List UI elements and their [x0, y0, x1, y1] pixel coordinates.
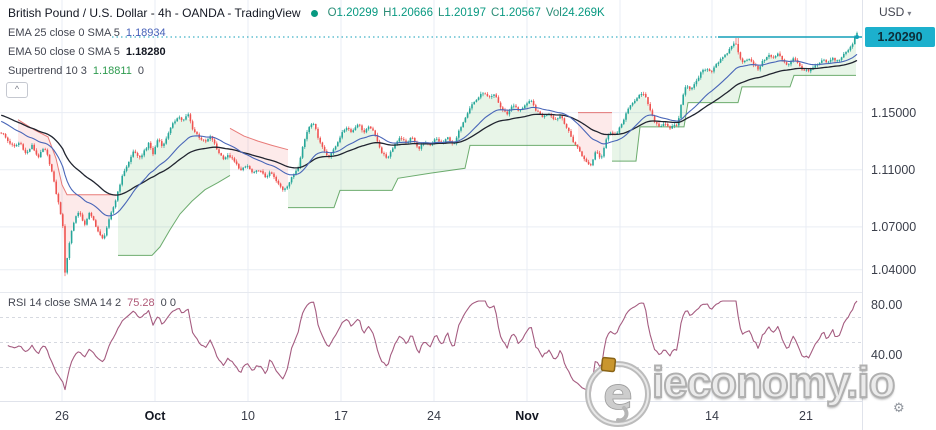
supertrend-legend-row[interactable]: Supertrend 10 3 1.18811 0 [8, 65, 144, 77]
price-axis[interactable]: USD ▾ 1.20290 1.15000 1.11000 1.07000 1.0400… [862, 0, 936, 430]
ohlc-values: O1.20299 H1.20666 L1.20197 C1.20567 Vol2… [327, 7, 605, 19]
close-value: 1.20567 [499, 7, 541, 19]
pane-divider[interactable] [0, 292, 936, 293]
price-axis-label: 1.11000 [871, 162, 916, 177]
ema25-value: 1.18934 [125, 27, 166, 39]
tradingview-chart-window: British Pound / U.S. Dollar - 4h - OANDA… [0, 0, 936, 430]
time-axis-label: Oct [144, 409, 166, 423]
time-axis-label: 17 [334, 409, 348, 423]
rsi-legend-row[interactable]: RSI 14 close SMA 14 2 75.28 0 0 [8, 297, 176, 309]
time-axis-label: 24 [427, 409, 441, 423]
time-axis-label: 14 [705, 409, 719, 423]
low-value: 1.20197 [444, 7, 486, 19]
rsi-axis-label: 40.00 [871, 348, 903, 362]
price-axis-label: 1.07000 [871, 219, 917, 234]
time-axis-label: 10 [241, 409, 255, 423]
ema25-legend-row[interactable]: EMA 25 close 0 SMA 5 1.18934 [8, 27, 166, 39]
volume-value: 24.269K [561, 7, 605, 19]
supertrend-label: Supertrend 10 3 [8, 65, 87, 77]
time-axis-label: 26 [55, 409, 69, 423]
rsi-value: 75.28 [127, 297, 155, 309]
rsi-axis-label: 80.00 [871, 298, 903, 312]
symbol-title-row[interactable]: British Pound / U.S. Dollar - 4h - OANDA… [8, 6, 605, 20]
rsi-extra: 0 0 [160, 297, 176, 309]
ema50-legend-row[interactable]: EMA 50 close 0 SMA 5 1.18280 [8, 46, 166, 58]
chart-legend: British Pound / U.S. Dollar - 4h - OANDA… [8, 6, 605, 20]
ema50-label: EMA 50 close 0 SMA 5 [8, 46, 120, 58]
supertrend-value: 1.18811 [92, 65, 132, 77]
currency-label[interactable]: USD ▾ [879, 5, 911, 19]
price-axis-label: 1.15000 [871, 105, 917, 120]
time-axis[interactable]: 26 Oct 10 17 24 Nov 14 21 [0, 401, 936, 430]
chevron-down-icon: ▾ [907, 9, 912, 18]
time-axis-label: Nov [515, 409, 539, 423]
market-status-dot[interactable] [310, 9, 318, 17]
high-value: 1.20666 [391, 7, 433, 19]
ema25-label: EMA 25 close 0 SMA 5 [8, 27, 120, 39]
ema50-value: 1.18280 [125, 46, 166, 58]
open-value: 1.20299 [336, 7, 379, 19]
price-axis-label: 1.04000 [871, 262, 917, 277]
symbol-title: British Pound / U.S. Dollar - 4h - OANDA… [8, 6, 301, 20]
rsi-label: RSI 14 close SMA 14 2 [8, 297, 122, 309]
time-axis-label: 21 [799, 409, 813, 423]
legend-collapse-button[interactable]: ^ [6, 82, 28, 98]
supertrend-extra: 0 [137, 65, 144, 77]
last-price-badge: 1.20290 [865, 27, 935, 47]
